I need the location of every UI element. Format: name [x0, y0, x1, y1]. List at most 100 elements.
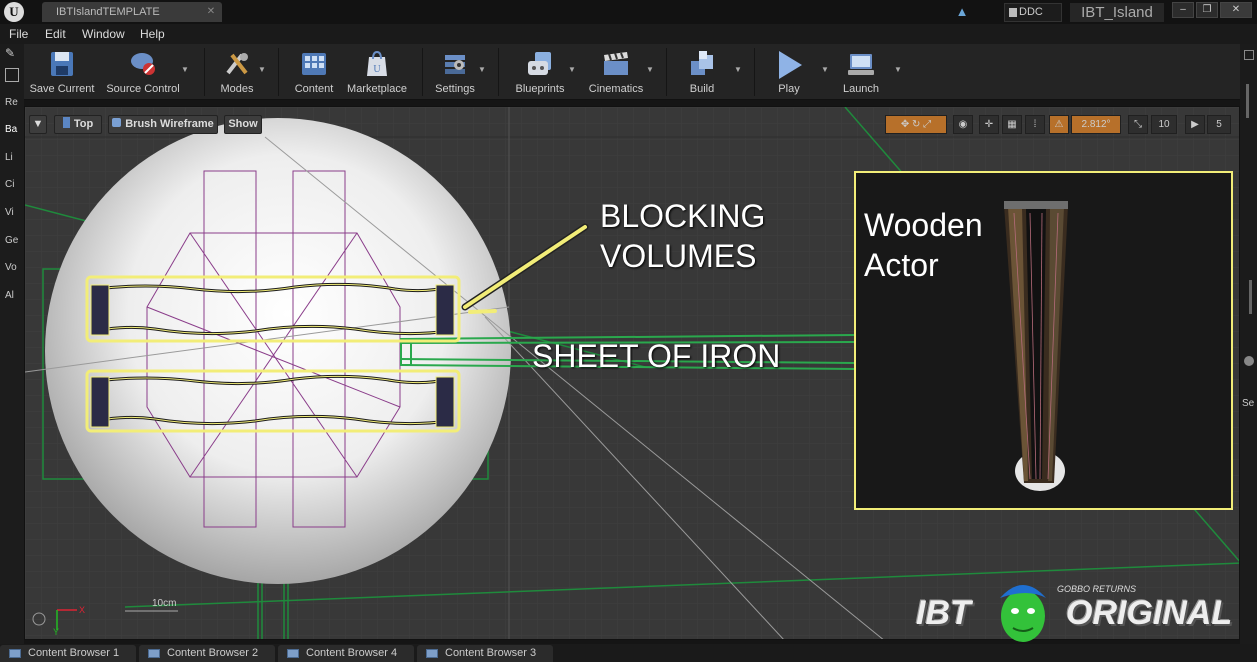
- content-browser-icon: [287, 649, 299, 658]
- tab-label: Content Browser 3: [445, 647, 537, 659]
- show-button[interactable]: Show: [224, 115, 262, 134]
- scrollbar[interactable]: [1246, 84, 1249, 118]
- tab-close-icon[interactable]: ✕: [203, 2, 219, 22]
- marketplace-label: Marketplace: [347, 83, 407, 95]
- rotation-snap-icon[interactable]: ⚠: [1049, 115, 1069, 134]
- play-button[interactable]: Play: [764, 46, 814, 98]
- project-name: IBT_Island: [1070, 3, 1164, 22]
- blueprints-icon: [528, 52, 551, 75]
- cinematics-dropdown-icon[interactable]: ▼: [646, 65, 654, 74]
- surface-snap-icon[interactable]: ✛: [979, 115, 999, 134]
- content-browser-icon: [426, 649, 438, 658]
- marketplace-icon: U: [367, 50, 387, 76]
- build-label: Build: [689, 83, 715, 95]
- source-control-dropdown-icon[interactable]: ▼: [181, 65, 189, 74]
- build-dropdown-icon[interactable]: ▼: [734, 65, 742, 74]
- content-browser-2-tab[interactable]: Content Browser 2: [139, 645, 275, 662]
- ddc-indicator[interactable]: DDC: [1004, 3, 1062, 22]
- launch-label: Launch: [842, 83, 880, 95]
- menu-file[interactable]: File: [9, 26, 28, 42]
- cinematics-icon: [604, 52, 628, 75]
- toolbar-separator: [278, 48, 279, 96]
- panel-icon[interactable]: [1244, 50, 1254, 60]
- toolbar-separator: [754, 48, 755, 96]
- scale-snap-value[interactable]: 10: [1151, 115, 1177, 134]
- blueprints-label: Blueprints: [515, 83, 565, 95]
- camera-speed-icon[interactable]: ▶: [1185, 115, 1205, 134]
- ddc-icon: [1009, 8, 1017, 17]
- scale-snap-icon[interactable]: ⤡: [1128, 115, 1148, 134]
- menu-edit[interactable]: Edit: [45, 26, 66, 42]
- content-browser-3-tab[interactable]: Content Browser 3: [417, 645, 553, 662]
- toolbar-separator: [498, 48, 499, 96]
- restore-button[interactable]: ❐: [1196, 2, 1218, 18]
- level-tab[interactable]: IBTIslandTEMPLATE: [42, 2, 222, 22]
- category-visual-effects[interactable]: Vi: [5, 207, 14, 218]
- tab-label: Content Browser 1: [28, 647, 120, 659]
- source-control-button[interactable]: Source Control: [102, 46, 184, 98]
- rotation-snap-value[interactable]: 2.812°: [1071, 115, 1121, 134]
- menu-help[interactable]: Help: [140, 26, 165, 42]
- category-volumes[interactable]: Vo: [5, 262, 17, 273]
- minimize-button[interactable]: ‒: [1172, 2, 1194, 18]
- place-mode-icon[interactable]: ✎: [5, 46, 19, 60]
- settings-icon: [445, 55, 465, 74]
- build-button[interactable]: Build: [678, 46, 726, 98]
- grid-snap-icon[interactable]: ▦: [1002, 115, 1022, 134]
- sphere-mesh[interactable]: [45, 118, 511, 584]
- tab-label: Content Browser 2: [167, 647, 259, 659]
- view-mode-top-button[interactable]: Top: [54, 115, 102, 134]
- save-current-button[interactable]: Save Current: [24, 46, 100, 98]
- play-dropdown-icon[interactable]: ▼: [821, 65, 829, 74]
- grid-scale-label: 10cm: [152, 598, 177, 609]
- close-window-button[interactable]: ✕: [1220, 2, 1252, 18]
- play-label: Play: [778, 83, 800, 95]
- category-geometry[interactable]: Ge: [5, 235, 18, 246]
- content-button[interactable]: Content: [286, 46, 342, 98]
- content-browser-4-tab[interactable]: Content Browser 4: [278, 645, 414, 662]
- category-all-classes[interactable]: Al: [5, 290, 14, 301]
- toolbar-separator: [422, 48, 423, 96]
- category-lights[interactable]: Li: [5, 152, 13, 163]
- place-panel-icon[interactable]: [5, 68, 19, 82]
- blueprints-dropdown-icon[interactable]: ▼: [568, 65, 576, 74]
- launch-dropdown-icon[interactable]: ▼: [894, 65, 902, 74]
- menu-window[interactable]: Window: [82, 26, 125, 42]
- search-icon[interactable]: [1244, 356, 1254, 366]
- render-mode-label: Brush Wireframe: [125, 118, 214, 130]
- graduation-cap-icon[interactable]: ▲: [954, 4, 970, 20]
- blueprints-button[interactable]: Blueprints: [510, 46, 570, 98]
- play-icon: [779, 51, 802, 79]
- inset-title-line1: Wooden: [864, 207, 983, 243]
- launch-button[interactable]: Launch: [834, 46, 888, 98]
- unreal-logo-icon: U: [4, 2, 24, 22]
- grid-size-icon[interactable]: ⁞: [1025, 115, 1045, 134]
- camera-speed-value[interactable]: 5: [1207, 115, 1231, 134]
- modes-button[interactable]: Modes: [210, 46, 264, 98]
- settings-button[interactable]: Settings: [426, 46, 484, 98]
- cinematics-button[interactable]: Cinematics: [584, 46, 648, 98]
- content-browser-1-tab[interactable]: Content Browser 1: [0, 645, 136, 662]
- scrollbar-thumb[interactable]: [1249, 280, 1252, 314]
- category-cinematic[interactable]: Ci: [5, 179, 14, 190]
- watermark-ibt: IBT: [916, 594, 971, 632]
- title-bar: U IBTIslandTEMPLATE ✕ ▲ DDC IBT_Island ‒…: [0, 0, 1257, 24]
- top-view-icon: [62, 117, 70, 128]
- category-recent[interactable]: Re: [5, 97, 18, 108]
- category-basic[interactable]: Ba: [5, 124, 17, 135]
- settings-dropdown-icon[interactable]: ▼: [478, 65, 486, 74]
- brush-wireframe-button[interactable]: Brush Wireframe: [108, 115, 218, 134]
- source-control-label: Source Control: [106, 83, 180, 95]
- marketplace-button[interactable]: U Marketplace: [342, 46, 412, 98]
- viewport-options-button[interactable]: ▼: [29, 115, 47, 134]
- wireframe-icon: [112, 118, 122, 127]
- launch-icon: [848, 54, 874, 75]
- modes-dropdown-icon[interactable]: ▼: [258, 65, 266, 74]
- modes-icon: [226, 53, 248, 75]
- coordinate-system-icon[interactable]: ◉: [953, 115, 973, 134]
- transform-tools-group[interactable]: ✥ ↻ ⤢: [885, 115, 947, 134]
- gobbo-mascot-icon: [1000, 585, 1046, 642]
- axis-x-label: X: [79, 605, 86, 615]
- cinematics-label: Cinematics: [588, 83, 644, 95]
- blocking-label-line1: BLOCKING: [600, 198, 766, 234]
